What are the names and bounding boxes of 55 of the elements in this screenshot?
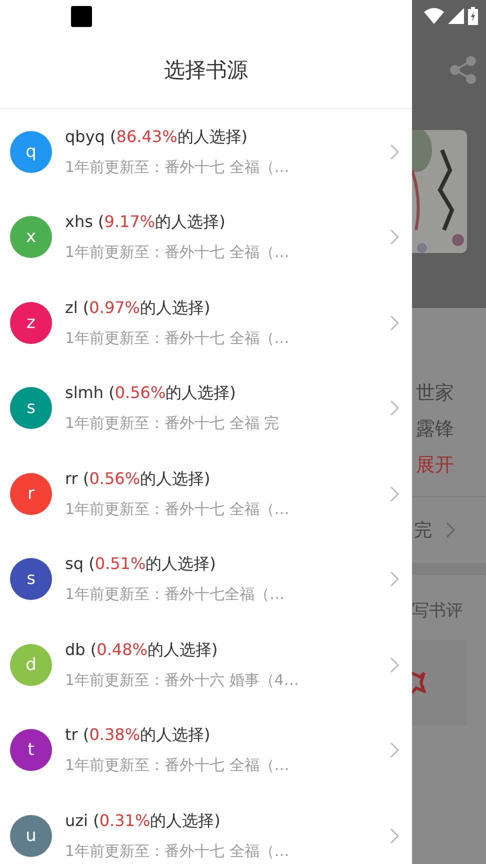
status-text: 完 <box>414 519 432 542</box>
chevron-icon <box>390 828 400 844</box>
source-item[interactable]: u uzi (0.31%的人选择) 1年前更新至：番外十七 全福（… <box>0 793 412 864</box>
source-name: db (0.48%的人选择) <box>65 640 219 661</box>
source-item[interactable]: r rr (0.56%的人选择) 1年前更新至：番外十七 全福（… <box>0 451 412 536</box>
chevron-icon <box>390 314 400 331</box>
drawer-title: 选择书源 <box>164 57 248 84</box>
source-name: qbyq (86.43%的人选择) <box>65 126 249 148</box>
letter-avatar: r <box>10 472 52 515</box>
chevron-icon <box>390 144 400 160</box>
chevron-icon <box>390 656 400 673</box>
source-name: tr (0.38%的人选择) <box>65 725 212 746</box>
chevron-icon <box>446 522 456 538</box>
letter-avatar: s <box>10 558 52 600</box>
source-name: rr (0.56%的人选择) <box>65 468 212 490</box>
update-info: 1年前更新至：番外十七 全福（… <box>65 243 290 262</box>
source-item[interactable]: s sq (0.51%的人选择) 1年前更新至：番外十七全福（… <box>0 536 412 622</box>
source-item[interactable]: d db (0.48%的人选择) 1年前更新至：番外十六 婚事（4… <box>0 622 412 708</box>
update-info: 1年前更新至：番外十七 全福（… <box>65 328 290 348</box>
source-name: slmh (0.56%的人选择) <box>65 383 237 404</box>
battery-icon <box>468 7 478 25</box>
letter-avatar: x <box>10 216 52 258</box>
source-item[interactable]: z zl (0.97%的人选择) 1年前更新至：番外十七 全福（… <box>0 280 412 366</box>
share-icon[interactable] <box>450 56 476 84</box>
source-item[interactable]: q qbyq (86.43%的人选择) 1年前更新至：番外十七 全福（… <box>0 109 412 194</box>
update-info: 1年前更新至：番外十七 全福 完 <box>65 414 280 434</box>
source-item[interactable]: t tr (0.38%的人选择) 1年前更新至：番外十七 全福（… <box>0 708 412 793</box>
update-info: 1年前更新至：番外十七 全福（… <box>65 756 290 776</box>
letter-avatar: d <box>10 644 52 686</box>
update-info: 1年前更新至：番外十七 全福（… <box>65 842 290 861</box>
source-name: zl (0.97%的人选择) <box>65 298 212 319</box>
letter-avatar: s <box>10 387 52 430</box>
letter-avatar: u <box>10 814 52 857</box>
chevron-icon <box>390 400 400 416</box>
source-name: uzi (0.31%的人选择) <box>65 810 222 832</box>
chevron-icon <box>390 486 400 502</box>
update-info: 1年前更新至：番外十七全福（… <box>65 585 286 604</box>
letter-avatar: q <box>10 130 52 173</box>
letter-avatar: z <box>10 302 52 344</box>
wifi-icon <box>424 8 444 24</box>
update-info: 1年前更新至：番外十七 全福（… <box>65 500 290 519</box>
chevron-icon <box>390 742 400 758</box>
signal-icon <box>448 8 464 24</box>
source-name: xhs (9.17%的人选择) <box>65 212 226 234</box>
source-item[interactable]: s slmh (0.56%的人选择) 1年前更新至：番外十七 全福 完 <box>0 366 412 451</box>
letter-avatar: t <box>10 729 52 772</box>
description-text: 世家 <box>416 381 454 406</box>
description-text: 露锋 <box>416 417 454 442</box>
source-name: sq (0.51%的人选择) <box>65 554 217 576</box>
chevron-icon <box>390 571 400 588</box>
notification-icon <box>71 6 92 26</box>
chevron-icon <box>390 229 400 246</box>
update-info: 1年前更新至：番外十七 全福（… <box>65 158 290 177</box>
update-info: 1年前更新至：番外十六 婚事（4… <box>65 670 300 690</box>
source-item[interactable]: x xhs (9.17%的人选择) 1年前更新至：番外十七 全福（… <box>0 194 412 280</box>
